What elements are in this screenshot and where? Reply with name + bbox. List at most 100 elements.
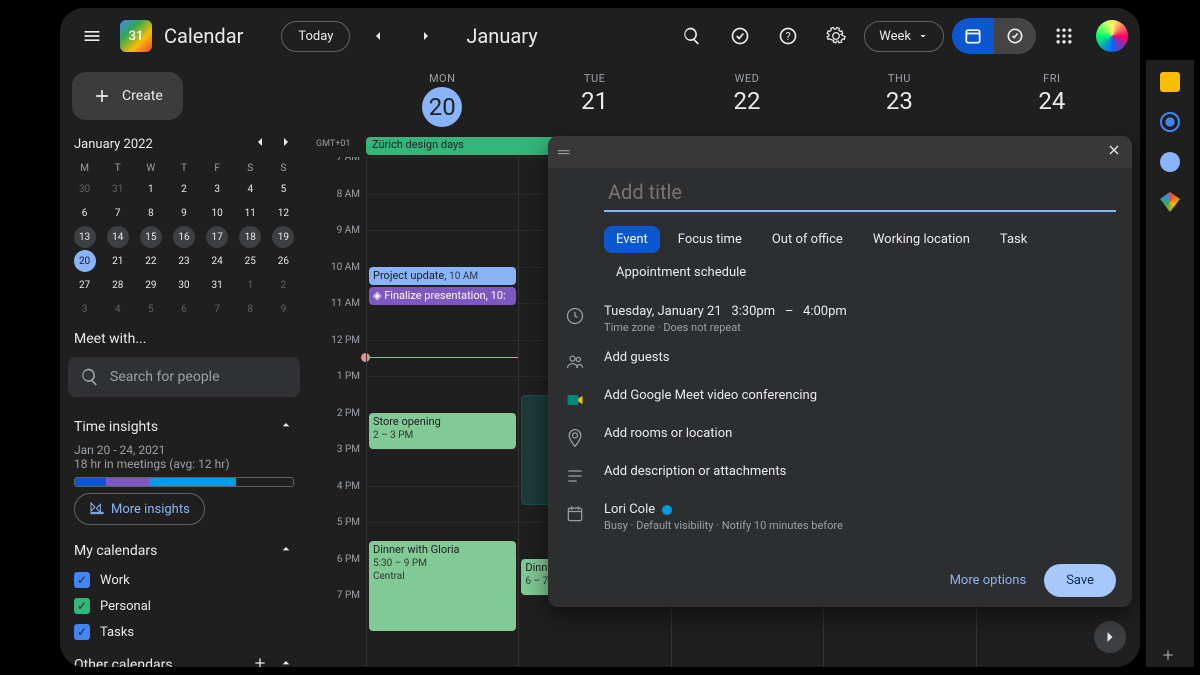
mini-day[interactable]: 13 bbox=[74, 226, 96, 248]
more-options-button[interactable]: More options bbox=[950, 573, 1027, 588]
mini-day[interactable]: 17 bbox=[206, 226, 228, 248]
event-type-tab[interactable]: Working location bbox=[861, 226, 982, 253]
mini-day[interactable]: 9 bbox=[272, 298, 294, 320]
mini-day[interactable]: 11 bbox=[239, 202, 261, 224]
mini-day[interactable]: 18 bbox=[239, 226, 261, 248]
event-datetime[interactable]: Tuesday, January 21 3:30pm – 4:00pm bbox=[604, 304, 847, 319]
contacts-icon[interactable] bbox=[1160, 152, 1180, 172]
mini-day[interactable]: 23 bbox=[173, 250, 195, 272]
prev-period-button[interactable] bbox=[358, 16, 398, 56]
mini-day[interactable]: 2 bbox=[272, 274, 294, 296]
add-meet-button[interactable]: Add Google Meet video conferencing bbox=[604, 388, 817, 403]
add-other-calendar-button[interactable] bbox=[252, 655, 268, 667]
calendar-event[interactable]: Project update, 10 AM bbox=[369, 267, 516, 285]
mini-day[interactable]: 29 bbox=[140, 274, 162, 296]
time-insights-header[interactable]: Time insights bbox=[74, 419, 158, 435]
settings-button[interactable] bbox=[816, 16, 856, 56]
calendar-checkbox[interactable]: ✓ bbox=[74, 624, 90, 640]
organizer-name[interactable]: Lori Cole bbox=[604, 502, 843, 517]
mini-day[interactable]: 25 bbox=[239, 250, 261, 272]
next-period-button[interactable] bbox=[406, 16, 446, 56]
day-header[interactable]: MON20 bbox=[366, 64, 518, 137]
create-button[interactable]: Create bbox=[72, 72, 183, 120]
save-button[interactable]: Save bbox=[1044, 564, 1116, 597]
add-guests-button[interactable]: Add guests bbox=[604, 350, 669, 365]
mini-day[interactable]: 8 bbox=[140, 202, 162, 224]
mini-day[interactable]: 7 bbox=[206, 298, 228, 320]
add-addon-button[interactable] bbox=[1160, 647, 1180, 667]
mini-day[interactable]: 8 bbox=[239, 298, 261, 320]
other-calendars-header[interactable]: Other calendars bbox=[74, 657, 173, 667]
mini-day[interactable]: 5 bbox=[272, 178, 294, 200]
event-type-tab[interactable]: Appointment schedule bbox=[604, 259, 758, 286]
calendar-event[interactable]: Dinner with Gloria5:30 – 9 PMCentral bbox=[369, 541, 516, 631]
calendar-mode-button[interactable] bbox=[952, 18, 994, 54]
calendar-item[interactable]: ✓Tasks bbox=[68, 619, 300, 645]
mini-day[interactable]: 30 bbox=[173, 274, 195, 296]
day-column[interactable]: Project update, 10 AM ◈ Finalize presenta… bbox=[366, 157, 518, 667]
mini-day[interactable]: 3 bbox=[206, 178, 228, 200]
event-datetime-sub[interactable]: Time zone · Does not repeat bbox=[604, 321, 847, 334]
mini-day[interactable]: 1 bbox=[140, 178, 162, 200]
day-header[interactable]: FRI24 bbox=[976, 64, 1128, 137]
mini-day[interactable]: 20 bbox=[74, 250, 96, 272]
mini-day[interactable]: 9 bbox=[173, 202, 195, 224]
event-type-tab[interactable]: Event bbox=[604, 226, 660, 253]
collapse-mycal-icon[interactable] bbox=[278, 541, 294, 561]
my-calendars-header[interactable]: My calendars bbox=[74, 543, 157, 559]
people-search-input[interactable]: Search for people bbox=[68, 357, 300, 397]
apps-button[interactable] bbox=[1044, 16, 1084, 56]
calendar-event[interactable]: ◈ Finalize presentation, 10: bbox=[369, 287, 516, 305]
calendar-checkbox[interactable]: ✓ bbox=[74, 572, 90, 588]
mini-day[interactable]: 4 bbox=[239, 178, 261, 200]
mini-prev-button[interactable] bbox=[252, 134, 268, 154]
help-button[interactable]: ? bbox=[768, 16, 808, 56]
mini-day[interactable]: 31 bbox=[107, 178, 129, 200]
mini-day[interactable]: 21 bbox=[107, 250, 129, 272]
day-header[interactable]: WED22 bbox=[671, 64, 823, 137]
mini-day[interactable]: 27 bbox=[74, 274, 96, 296]
mini-day[interactable]: 4 bbox=[107, 298, 129, 320]
add-description-button[interactable]: Add description or attachments bbox=[604, 464, 786, 479]
close-dialog-button[interactable] bbox=[1106, 142, 1122, 162]
account-avatar[interactable] bbox=[1096, 20, 1128, 52]
mini-day[interactable]: 16 bbox=[173, 226, 195, 248]
organizer-sub[interactable]: Busy · Default visibility · Notify 10 mi… bbox=[604, 519, 843, 532]
collapse-othercal-icon[interactable] bbox=[278, 655, 294, 667]
mini-day[interactable]: 24 bbox=[206, 250, 228, 272]
tasks-rail-icon[interactable] bbox=[1160, 112, 1180, 132]
mini-day[interactable]: 14 bbox=[107, 226, 129, 248]
view-selector[interactable]: Week bbox=[864, 21, 944, 52]
mini-day[interactable]: 26 bbox=[272, 250, 294, 272]
event-type-tab[interactable]: Out of office bbox=[760, 226, 855, 253]
day-header[interactable]: TUE21 bbox=[518, 64, 670, 137]
collapse-insights-icon[interactable] bbox=[278, 417, 294, 437]
mini-day[interactable]: 15 bbox=[140, 226, 162, 248]
tasks-header-button[interactable] bbox=[720, 16, 760, 56]
more-insights-button[interactable]: More insights bbox=[74, 493, 205, 525]
mini-day[interactable]: 22 bbox=[140, 250, 162, 272]
today-button[interactable]: Today bbox=[281, 21, 350, 52]
mini-day[interactable]: 1 bbox=[239, 274, 261, 296]
add-location-button[interactable]: Add rooms or location bbox=[604, 426, 732, 441]
mini-next-button[interactable] bbox=[278, 134, 294, 154]
event-type-tab[interactable]: Task bbox=[988, 226, 1039, 253]
mini-day[interactable]: 3 bbox=[74, 298, 96, 320]
show-side-panel-button[interactable] bbox=[1094, 621, 1126, 653]
mini-day[interactable]: 30 bbox=[74, 178, 96, 200]
keep-icon[interactable] bbox=[1160, 72, 1180, 92]
main-menu-button[interactable] bbox=[72, 16, 112, 56]
mini-day[interactable]: 7 bbox=[107, 202, 129, 224]
maps-icon[interactable] bbox=[1160, 192, 1180, 212]
mini-day[interactable]: 12 bbox=[272, 202, 294, 224]
mini-day[interactable]: 6 bbox=[173, 298, 195, 320]
event-type-tab[interactable]: Focus time bbox=[666, 226, 754, 253]
tasks-mode-button[interactable] bbox=[994, 18, 1036, 54]
mini-day[interactable]: 6 bbox=[74, 202, 96, 224]
mini-day[interactable]: 10 bbox=[206, 202, 228, 224]
search-button[interactable] bbox=[672, 16, 712, 56]
mini-day[interactable]: 19 bbox=[272, 226, 294, 248]
day-header[interactable]: THU23 bbox=[823, 64, 975, 137]
calendar-item[interactable]: ✓Personal bbox=[68, 593, 300, 619]
mini-day[interactable]: 31 bbox=[206, 274, 228, 296]
